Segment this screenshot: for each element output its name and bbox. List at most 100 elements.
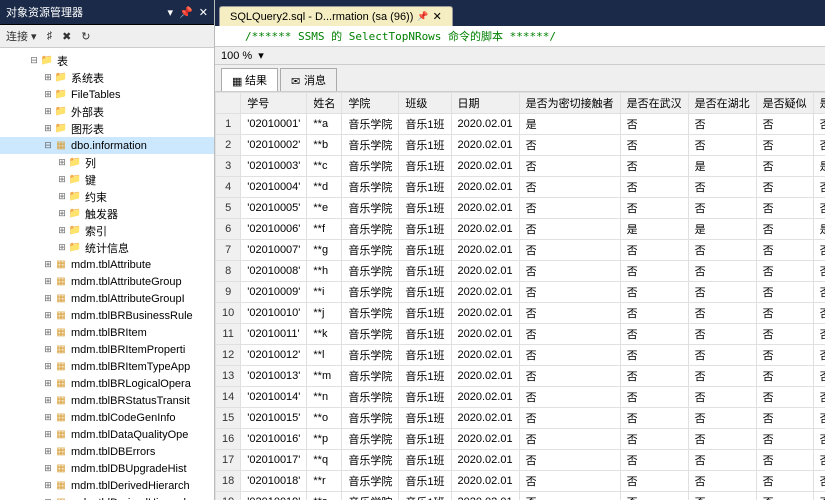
table-row[interactable]: 11'02010011'**k音乐学院音乐1班2020.02.01否否否否否 [216,324,825,345]
filter-icon[interactable]: ♯ [47,30,53,42]
cell[interactable]: 否 [688,282,756,303]
cell[interactable]: 音乐学院 [342,408,399,429]
cell[interactable]: 音乐学院 [342,387,399,408]
cell[interactable]: 音乐1班 [399,261,451,282]
row-number[interactable]: 15 [216,408,241,429]
expand-icon[interactable]: ⊞ [56,157,68,168]
close-icon[interactable]: ✕ [199,6,208,19]
cell[interactable]: 否 [756,429,813,450]
expand-icon[interactable]: ⊞ [42,378,54,389]
cell[interactable]: 否 [756,324,813,345]
cell[interactable]: 2020.02.01 [451,114,519,135]
row-number[interactable]: 14 [216,387,241,408]
expand-icon[interactable]: ⊞ [42,344,54,355]
cell[interactable]: 2020.02.01 [451,408,519,429]
cell[interactable]: **q [307,450,342,471]
sql-editor-line[interactable]: /****** SSMS 的 SelectTopNRows 命令的脚本 ****… [215,26,825,47]
cell[interactable]: 否 [620,450,688,471]
zoom-value[interactable]: 100 % [221,50,252,62]
tab-close-icon[interactable]: ✕ [433,10,442,23]
cell[interactable]: 音乐学院 [342,261,399,282]
row-number[interactable]: 19 [216,492,241,500]
cell[interactable]: 音乐学院 [342,303,399,324]
cell[interactable]: '02010013' [241,366,307,387]
cell[interactable]: 音乐学院 [342,198,399,219]
cell[interactable]: 否 [688,408,756,429]
cell[interactable]: 音乐学院 [342,324,399,345]
cell[interactable]: **r [307,471,342,492]
cell[interactable]: 否 [813,303,825,324]
expand-icon[interactable]: ⊞ [42,123,54,134]
cell[interactable]: 是 [813,156,825,177]
cell[interactable]: 否 [756,345,813,366]
table-row[interactable]: 9'02010009'**i音乐学院音乐1班2020.02.01否否否否否 [216,282,825,303]
cell[interactable]: 否 [813,408,825,429]
cell[interactable]: 否 [519,429,620,450]
expand-icon[interactable]: ⊞ [42,276,54,287]
cell[interactable]: 音乐1班 [399,345,451,366]
column-header[interactable]: 是否疑似 [756,93,813,114]
cell[interactable]: 是 [519,114,620,135]
row-number[interactable]: 8 [216,261,241,282]
cell[interactable]: '02010014' [241,387,307,408]
table-row[interactable]: 10'02010010'**j音乐学院音乐1班2020.02.01否否否否否 [216,303,825,324]
document-tab[interactable]: SQLQuery2.sql - D...rmation (sa (96)) 📌 … [219,6,453,26]
tab-results[interactable]: ▦结果 [221,68,278,91]
cell[interactable]: 2020.02.01 [451,366,519,387]
cell[interactable]: 否 [519,387,620,408]
tree-node[interactable]: ⊞📁索引 [0,222,214,239]
cell[interactable]: **d [307,177,342,198]
cell[interactable]: 2020.02.01 [451,471,519,492]
row-number[interactable]: 1 [216,114,241,135]
table-row[interactable]: 15'02010015'**o音乐学院音乐1班2020.02.01否否否否否 [216,408,825,429]
cell[interactable]: 音乐1班 [399,114,451,135]
table-row[interactable]: 2'02010002'**b音乐学院音乐1班2020.02.01否否否否否 [216,135,825,156]
cell[interactable]: 2020.02.01 [451,198,519,219]
cell[interactable]: 否 [620,429,688,450]
cell[interactable]: 音乐1班 [399,408,451,429]
cell[interactable]: 否 [813,450,825,471]
tree-node[interactable]: ⊞▦mdm.tblAttributeGroupI [0,290,214,307]
cell[interactable]: 否 [756,303,813,324]
table-row[interactable]: 18'02010018'**r音乐学院音乐1班2020.02.01否否否否否 [216,471,825,492]
expand-icon[interactable]: ⊞ [42,327,54,338]
tree-node[interactable]: ⊞▦mdm.tblBRStatusTransit [0,392,214,409]
cell[interactable]: 否 [688,114,756,135]
cell[interactable]: 否 [688,324,756,345]
cell[interactable]: **b [307,135,342,156]
cell[interactable]: 否 [813,492,825,500]
cell[interactable]: 否 [688,240,756,261]
table-row[interactable]: 8'02010008'**h音乐学院音乐1班2020.02.01否否否否否 [216,261,825,282]
cell[interactable]: '02010016' [241,429,307,450]
cell[interactable]: 否 [756,114,813,135]
row-number[interactable]: 10 [216,303,241,324]
cell[interactable]: '02010004' [241,177,307,198]
cell[interactable]: 否 [688,366,756,387]
stop-icon[interactable]: ✖ [62,30,71,43]
cell[interactable]: 否 [756,366,813,387]
cell[interactable]: 否 [813,324,825,345]
cell[interactable]: 否 [756,471,813,492]
expand-icon[interactable]: ⊞ [56,208,68,219]
tree-node[interactable]: ⊞▦mdm.tblAttributeGroup [0,273,214,290]
cell[interactable]: 2020.02.01 [451,282,519,303]
cell[interactable]: 否 [519,240,620,261]
cell[interactable]: **e [307,198,342,219]
cell[interactable]: '02010019' [241,492,307,500]
table-row[interactable]: 17'02010017'**q音乐学院音乐1班2020.02.01否否否否否 [216,450,825,471]
cell[interactable]: '02010011' [241,324,307,345]
cell[interactable]: 否 [519,177,620,198]
column-header[interactable]: 是否在湖北 [688,93,756,114]
refresh-icon[interactable]: ↻ [81,30,90,43]
cell[interactable]: 是 [813,219,825,240]
row-number[interactable]: 5 [216,198,241,219]
column-header[interactable]: 班级 [399,93,451,114]
table-row[interactable]: 4'02010004'**d音乐学院音乐1班2020.02.01否否否否否 [216,177,825,198]
cell[interactable]: 音乐学院 [342,114,399,135]
cell[interactable]: 否 [519,261,620,282]
row-number[interactable]: 11 [216,324,241,345]
cell[interactable]: 音乐1班 [399,450,451,471]
cell[interactable]: 否 [519,282,620,303]
tab-pin-icon[interactable]: 📌 [417,11,428,22]
cell[interactable]: 否 [620,261,688,282]
